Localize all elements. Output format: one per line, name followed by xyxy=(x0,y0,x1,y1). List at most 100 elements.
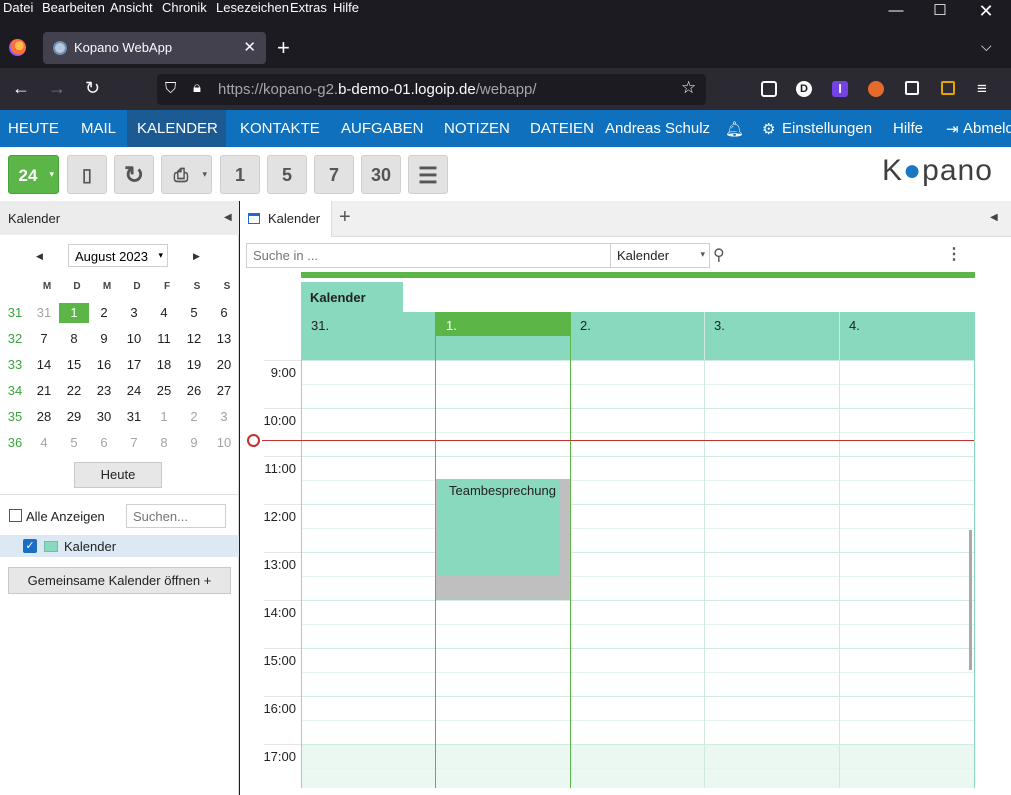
menu-file[interactable]: Datei xyxy=(3,0,33,15)
calendar-search-input[interactable] xyxy=(126,504,226,528)
logout-icon[interactable]: ⇥ xyxy=(946,120,959,138)
mini-calendar-day[interactable]: 10 xyxy=(119,331,149,346)
mini-calendar-day[interactable]: 26 xyxy=(179,383,209,398)
week-number[interactable]: 36 xyxy=(0,435,30,450)
chevron-down-icon[interactable]: ▾ xyxy=(158,250,163,261)
nav-mail[interactable]: MAIL xyxy=(81,120,116,137)
gear-icon[interactable]: ⚙ xyxy=(762,120,775,138)
day-view-button[interactable]: 1 xyxy=(220,155,260,194)
mini-calendar-day[interactable]: 10 xyxy=(209,435,239,450)
maximize-icon[interactable]: ☐ xyxy=(917,0,963,22)
logout-link[interactable]: Abmelden xyxy=(963,120,1011,137)
browser-tab[interactable]: Kopano WebApp ✕ xyxy=(43,32,266,64)
mini-calendar-day[interactable]: 22 xyxy=(59,383,89,398)
next-month-icon[interactable]: ▶ xyxy=(193,251,200,262)
mini-calendar-day[interactable]: 29 xyxy=(59,409,89,424)
collapse-right-icon[interactable]: ◀ xyxy=(990,212,998,223)
mini-calendar-day[interactable]: 14 xyxy=(29,357,59,372)
mini-calendar-day[interactable]: 3 xyxy=(209,409,239,424)
day-header-3[interactable]: 3. xyxy=(714,318,725,333)
bell-icon[interactable]: 🔔︎ xyxy=(725,120,744,138)
menu-bookmarks[interactable]: Lesezeichen xyxy=(216,0,289,15)
mini-calendar-day[interactable]: 28 xyxy=(29,409,59,424)
mini-calendar-day[interactable]: 20 xyxy=(209,357,239,372)
mini-calendar-day[interactable]: 11 xyxy=(149,331,179,346)
event-teambesprechung[interactable]: Teambesprechung xyxy=(437,479,559,575)
mini-calendar-day[interactable]: 15 xyxy=(59,357,89,372)
forward-icon[interactable]: → xyxy=(48,78,66,99)
more-options-icon[interactable]: ⋮ xyxy=(946,244,962,264)
week-number[interactable]: 34 xyxy=(0,383,30,398)
dropdown-arrow-icon[interactable]: ▾ xyxy=(202,169,207,180)
minimize-icon[interactable]: — xyxy=(873,0,919,22)
time-grid[interactable] xyxy=(301,360,975,788)
lock-icon[interactable]: 🔒︎ xyxy=(193,79,201,96)
print-button[interactable]: ⎙ ▾ xyxy=(161,155,212,194)
extension-window-icon[interactable] xyxy=(941,81,955,95)
day-header-2[interactable]: 2. xyxy=(580,318,591,333)
mini-calendar-day[interactable]: 25 xyxy=(149,383,179,398)
back-icon[interactable]: ← xyxy=(12,78,30,99)
mini-calendar-day[interactable]: 2 xyxy=(179,409,209,424)
mini-calendar-day[interactable]: 12 xyxy=(179,331,209,346)
menu-tools[interactable]: Extras xyxy=(290,0,327,15)
mini-calendar-day[interactable]: 2 xyxy=(89,305,119,320)
reload-icon[interactable]: ↻ xyxy=(85,78,100,99)
grid-scrollbar[interactable] xyxy=(969,530,972,670)
month-view-button[interactable]: 30 xyxy=(361,155,401,194)
mini-calendar-day[interactable]: 1 xyxy=(149,409,179,424)
extensions-puzzle-icon[interactable] xyxy=(905,81,919,95)
list-tabs-icon[interactable]: ⌵ xyxy=(981,38,992,55)
shield-icon[interactable]: ⛉ xyxy=(165,80,176,97)
mini-calendar-day[interactable]: 31 xyxy=(119,409,149,424)
mini-calendar-day[interactable]: 6 xyxy=(89,435,119,450)
mini-calendar-day[interactable]: 7 xyxy=(29,331,59,346)
mini-calendar-day[interactable]: 19 xyxy=(179,357,209,372)
mini-calendar-day[interactable]: 27 xyxy=(209,383,239,398)
open-shared-calendar-button[interactable]: Gemeinsame Kalender öffnen + xyxy=(8,567,231,594)
settings-link[interactable]: Einstellungen xyxy=(782,120,872,137)
show-all-checkbox[interactable] xyxy=(9,509,22,522)
mini-calendar-day[interactable]: 4 xyxy=(29,435,59,450)
refresh-button[interactable]: ↻ xyxy=(114,155,154,194)
day-header-1[interactable]: 1. xyxy=(446,318,457,333)
day-header-4[interactable]: 4. xyxy=(849,318,860,333)
mini-calendar-day[interactable]: 23 xyxy=(89,383,119,398)
pocket-icon[interactable] xyxy=(761,81,777,97)
mini-calendar-day[interactable]: 18 xyxy=(149,357,179,372)
mini-calendar-day[interactable]: 30 xyxy=(89,409,119,424)
nav-heute[interactable]: HEUTE xyxy=(8,120,59,137)
week-number[interactable]: 33 xyxy=(0,357,30,372)
chevron-down-icon[interactable]: ▾ xyxy=(700,249,705,260)
today-button[interactable]: Heute xyxy=(74,462,162,488)
week-view-button[interactable]: 7 xyxy=(314,155,354,194)
month-select[interactable]: August 2023 ▾ xyxy=(68,244,168,267)
menu-help[interactable]: Hilfe xyxy=(333,0,359,15)
extension-fox-icon[interactable] xyxy=(868,81,884,97)
mini-calendar-day[interactable]: 5 xyxy=(179,305,209,320)
mini-calendar-day[interactable]: 21 xyxy=(29,383,59,398)
menu-view[interactable]: Ansicht xyxy=(110,0,153,15)
firefox-icon[interactable] xyxy=(9,39,26,56)
week-number[interactable]: 32 xyxy=(0,331,30,346)
mini-calendar-day[interactable]: 4 xyxy=(149,305,179,320)
workweek-view-button[interactable]: 5 xyxy=(267,155,307,194)
hamburger-menu-icon[interactable]: ≡ xyxy=(977,80,993,97)
new-appointment-button[interactable]: 24 ▾ xyxy=(8,155,59,194)
add-tab-icon[interactable]: + xyxy=(339,206,351,229)
mini-calendar-day[interactable]: 16 xyxy=(89,357,119,372)
dropdown-arrow-icon[interactable]: ▾ xyxy=(49,169,54,180)
close-tab-icon[interactable]: ✕ xyxy=(243,38,256,56)
mini-calendar-day[interactable]: 9 xyxy=(89,331,119,346)
menu-history[interactable]: Chronik xyxy=(162,0,207,15)
mini-calendar-day[interactable]: 9 xyxy=(179,435,209,450)
week-number[interactable]: 35 xyxy=(0,409,30,424)
calendar-list-item[interactable]: ✓ Kalender xyxy=(0,535,239,557)
calendar-checkbox[interactable]: ✓ xyxy=(23,539,37,553)
close-window-icon[interactable]: ✕ xyxy=(963,0,1009,22)
mini-calendar-day[interactable]: 13 xyxy=(209,331,239,346)
url-bar[interactable]: ⛉ 🔒︎ https://kopano-g2.b-demo-01.logoip.… xyxy=(157,74,706,105)
url-text[interactable]: https://kopano-g2.b-demo-01.logoip.de/we… xyxy=(218,81,537,98)
prev-month-icon[interactable]: ◀ xyxy=(36,251,43,262)
nav-dateien[interactable]: DATEIEN xyxy=(530,120,594,137)
